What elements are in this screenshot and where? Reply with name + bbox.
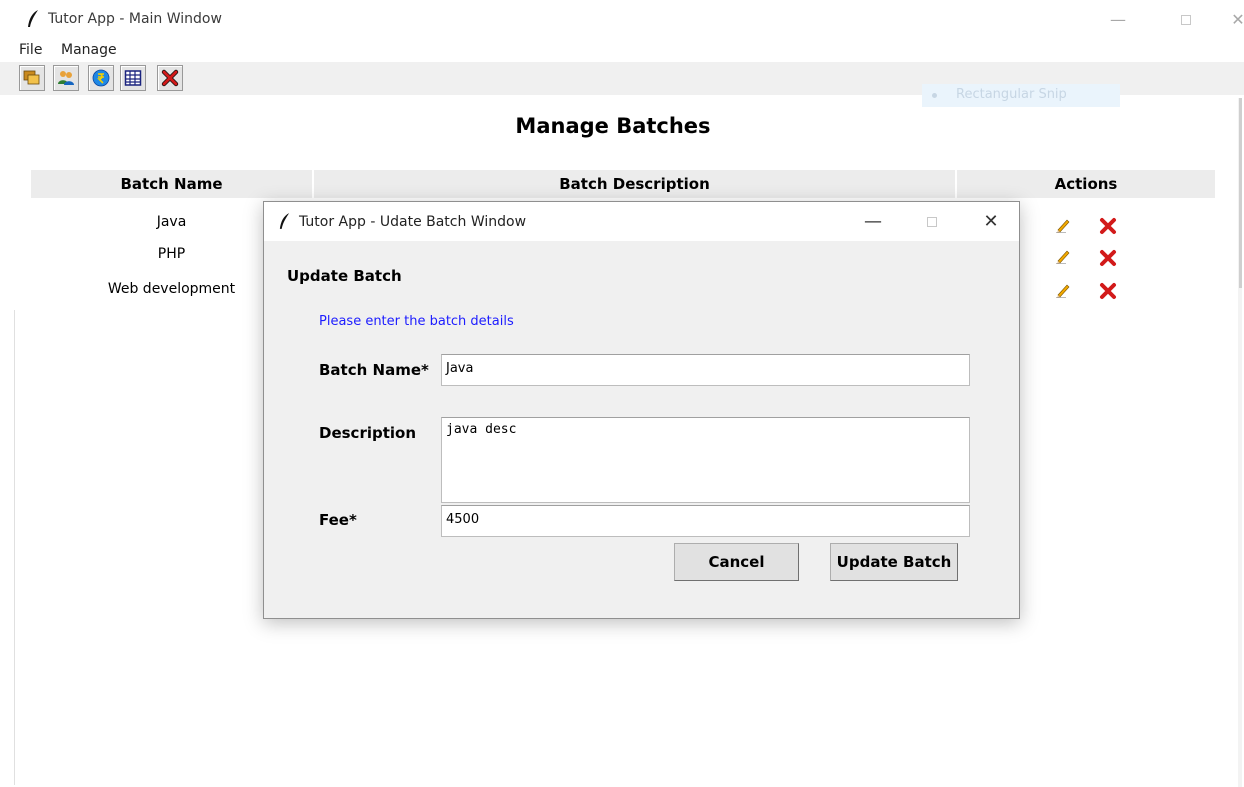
close-button[interactable]: ✕ (1228, 8, 1244, 32)
feather-icon (279, 213, 290, 229)
column-header-batch-description: Batch Description (314, 170, 955, 198)
delete-icon[interactable] (1098, 248, 1118, 268)
main-window-titlebar: Tutor App - Main Window — ✕ (0, 0, 1244, 40)
table-icon (124, 70, 142, 86)
edit-pencil-icon[interactable] (1055, 282, 1071, 298)
exit-icon (161, 69, 179, 87)
batches-table-header: Batch Name Batch Description Actions (31, 170, 1215, 198)
fees-icon (92, 69, 110, 87)
column-header-batch-name: Batch Name (31, 170, 312, 198)
dialog-titlebar: Tutor App - Udate Batch Window — ✕ (264, 202, 1019, 241)
content-frame-border (14, 310, 15, 785)
description-label: Description (319, 424, 417, 442)
menu-bar: File Manage (0, 40, 1244, 62)
cancel-button[interactable]: Cancel (674, 543, 799, 581)
update-batch-button[interactable]: Update Batch (830, 543, 958, 581)
batches-icon (23, 70, 40, 85)
dialog-title: Tutor App - Udate Batch Window (299, 214, 527, 230)
vertical-scrollbar[interactable] (1238, 98, 1242, 787)
fee-label: Fee* (319, 511, 357, 529)
toolbar-table-button[interactable] (120, 65, 146, 91)
batch-name-input[interactable]: Java (441, 354, 970, 386)
fee-input[interactable]: 4500 (441, 505, 970, 537)
column-header-actions: Actions (957, 170, 1215, 198)
delete-icon[interactable] (1098, 281, 1118, 301)
page-title: Manage Batches (515, 114, 711, 138)
toolbar-fees-button[interactable] (88, 65, 114, 91)
maximize-button[interactable] (1176, 8, 1196, 32)
main-window-title: Tutor App - Main Window (48, 11, 222, 27)
dialog-heading: Update Batch (287, 267, 402, 285)
dialog-hint: Please enter the batch details (319, 314, 514, 329)
dialog-minimize-button[interactable]: — (863, 210, 883, 234)
scrollbar-thumb[interactable] (1239, 98, 1242, 288)
edit-pencil-icon[interactable] (1055, 217, 1071, 233)
toolbar-batches-button[interactable] (19, 65, 45, 91)
snip-dot-icon (932, 93, 937, 98)
rectangular-snip-overlay: Rectangular Snip (922, 84, 1120, 107)
toolbar-students-button[interactable] (53, 65, 79, 91)
maximize-icon (927, 217, 937, 227)
update-batch-dialog: Tutor App - Udate Batch Window — ✕ Updat… (263, 201, 1020, 619)
edit-pencil-icon[interactable] (1055, 248, 1071, 264)
menu-manage[interactable]: Manage (61, 42, 117, 58)
dialog-close-button[interactable]: ✕ (981, 210, 1001, 234)
batch-name-label: Batch Name* (319, 361, 429, 379)
minimize-button[interactable]: — (1108, 8, 1128, 32)
menu-file[interactable]: File (19, 42, 42, 58)
maximize-icon (1181, 15, 1191, 25)
toolbar-exit-button[interactable] (157, 65, 183, 91)
feather-icon (28, 10, 38, 27)
delete-icon[interactable] (1098, 216, 1118, 236)
description-textarea[interactable]: java desc (441, 417, 970, 503)
dialog-maximize-button[interactable] (922, 210, 942, 234)
students-icon (58, 71, 74, 85)
snip-label: Rectangular Snip (956, 87, 1067, 102)
